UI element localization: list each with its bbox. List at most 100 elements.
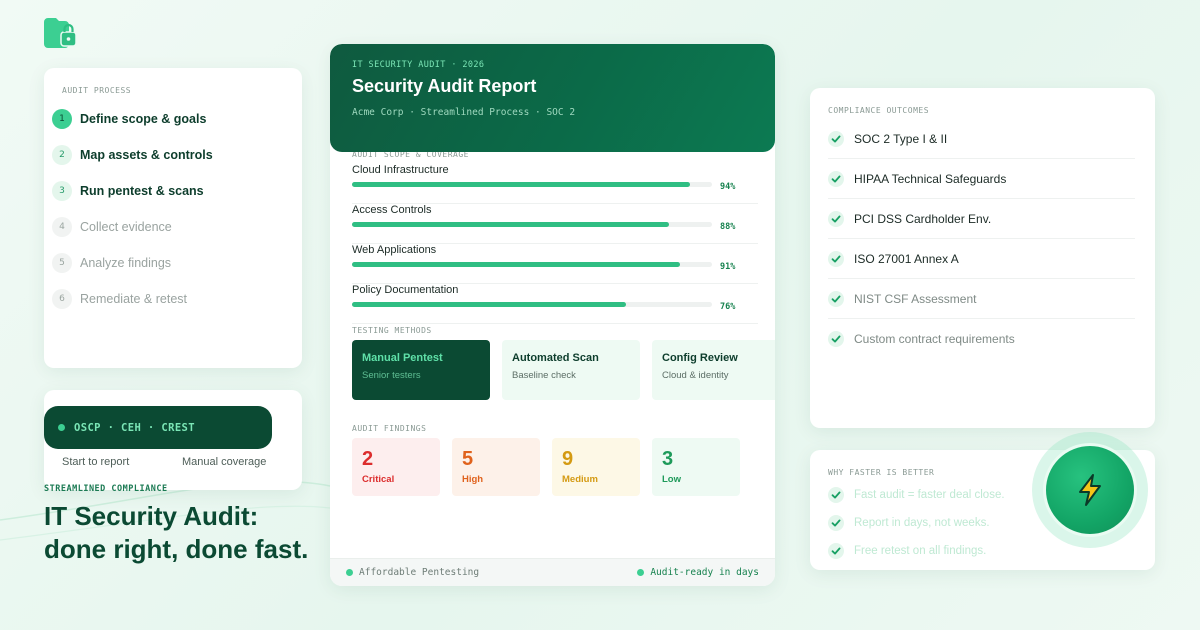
- security-audit-report-card: IT SECURITY AUDIT · 2026 Security Audit …: [330, 44, 775, 586]
- headline-line-1: IT Security Audit:: [44, 501, 259, 531]
- check-icon: [828, 515, 844, 531]
- check-icon: [828, 130, 844, 147]
- compliance-item: Custom contract requirements: [828, 319, 1135, 359]
- coverage-percent: 94%: [720, 182, 736, 192]
- finding-label: Critical: [362, 474, 395, 485]
- method-subtitle: Senior testers: [362, 370, 421, 381]
- coverage-percent: 76%: [720, 302, 736, 312]
- report-footer: Affordable Pentesting Audit-ready in day…: [330, 558, 775, 586]
- step-number: 6: [52, 289, 72, 309]
- finding-label: High: [462, 474, 484, 485]
- finding-label: Low: [662, 474, 681, 485]
- report-header: IT SECURITY AUDIT · 2026 Security Audit …: [330, 44, 775, 152]
- footer-right-text: Audit-ready in days: [650, 567, 759, 578]
- step-number: 3: [52, 181, 72, 201]
- method-title: Manual Pentest: [362, 352, 443, 364]
- coverage-name: Policy Documentation: [352, 284, 459, 296]
- audit-findings-label: AUDIT FINDINGS: [352, 424, 427, 433]
- finding-label: Medium: [562, 474, 598, 485]
- step-label: Remediate & retest: [80, 292, 187, 306]
- step-label: Analyze findings: [80, 256, 172, 270]
- compliance-item: NIST CSF Assessment: [828, 279, 1135, 319]
- finding-low: 3 Low: [652, 438, 740, 496]
- step-number: 1: [52, 109, 72, 129]
- manual-coverage-caption: Manual coverage: [182, 456, 267, 468]
- compliance-text: Custom contract requirements: [854, 332, 1015, 346]
- status-dot: [637, 569, 645, 576]
- process-step-5[interactable]: 5 Analyze findings: [52, 245, 294, 281]
- compliance-item: HIPAA Technical Safeguards: [828, 159, 1135, 199]
- coverage-fill: [352, 262, 680, 267]
- compliance-text: NIST CSF Assessment: [854, 291, 977, 306]
- lightning-bolt-icon: [1043, 443, 1137, 537]
- audit-process-label: AUDIT PROCESS: [62, 86, 132, 95]
- coverage-name: Web Applications: [352, 244, 437, 256]
- step-label: Define scope & goals: [80, 112, 207, 126]
- compliance-item: SOC 2 Type I & II: [828, 119, 1135, 159]
- coverage-track: [352, 182, 712, 187]
- method-title: Config Review: [662, 352, 738, 364]
- headline-kicker: STREAMLINED COMPLIANCE: [44, 484, 168, 494]
- step-label: Run pentest & scans: [80, 184, 204, 198]
- folder-lock-icon: [44, 16, 78, 50]
- testing-methods-label: TESTING METHODS: [352, 326, 432, 335]
- coverage-fill: [352, 222, 669, 227]
- coverage-row-web: Web Applications 91%: [352, 244, 758, 284]
- step-number: 4: [52, 217, 72, 237]
- finding-count: 5: [462, 448, 474, 470]
- finding-high: 5 High: [452, 438, 540, 496]
- report-kicker: IT SECURITY AUDIT · 2026: [352, 60, 485, 70]
- step-number: 5: [52, 253, 72, 273]
- check-icon: [828, 543, 844, 559]
- coverage-name: Access Controls: [352, 204, 432, 216]
- why-text: Report in days, not weeks.: [854, 517, 990, 529]
- coverage-name: Cloud Infrastructure: [352, 164, 449, 176]
- process-step-3[interactable]: 3 Run pentest & scans: [52, 173, 294, 209]
- check-icon: [828, 487, 844, 503]
- step-label: Collect evidence: [80, 220, 172, 234]
- process-step-2[interactable]: 2 Map assets & controls: [52, 137, 294, 173]
- compliance-text: SOC 2 Type I & II: [854, 131, 948, 146]
- check-icon: [828, 250, 844, 267]
- coverage-row-access: Access Controls 88%: [352, 204, 758, 244]
- process-step-6[interactable]: 6 Remediate & retest: [52, 281, 294, 317]
- finding-critical: 2 Critical: [352, 438, 440, 496]
- method-title: Automated Scan: [512, 352, 599, 364]
- compliance-label: COMPLIANCE OUTCOMES: [828, 106, 930, 115]
- start-to-report-caption: Start to report: [62, 456, 130, 468]
- method-automated-scan[interactable]: Automated Scan Baseline check: [502, 340, 640, 400]
- coverage-row-policy: Policy Documentation 76%: [352, 284, 758, 324]
- step-label: Map assets & controls: [80, 148, 213, 162]
- status-dot: [346, 569, 353, 576]
- compliance-item: ISO 27001 Annex A: [828, 239, 1135, 279]
- check-icon: [828, 290, 844, 307]
- coverage-fill: [352, 302, 626, 307]
- compliance-text: PCI DSS Cardholder Env.: [854, 211, 992, 226]
- finding-count: 2: [362, 448, 374, 470]
- method-config-review[interactable]: Config Review Cloud & identity: [652, 340, 775, 400]
- process-step-4[interactable]: 4 Collect evidence: [52, 209, 294, 245]
- coverage-track: [352, 222, 712, 227]
- certifications-badge: OSCP · CEH · CREST: [44, 406, 272, 449]
- process-step-1[interactable]: 1 Define scope & goals: [52, 101, 294, 137]
- page-headline: IT Security Audit: done right, done fast…: [44, 500, 308, 566]
- method-subtitle: Baseline check: [512, 370, 576, 381]
- report-meta: Acme Corp · Streamlined Process · SOC 2: [352, 107, 576, 118]
- headline-line-2: done right, done fast.: [44, 534, 309, 564]
- check-icon: [828, 331, 844, 347]
- coverage-fill: [352, 182, 691, 187]
- compliance-outcomes-card: COMPLIANCE OUTCOMES SOC 2 Type I & II HI…: [810, 88, 1155, 428]
- check-icon: [828, 210, 844, 227]
- audit-process-card: AUDIT PROCESS 1 Define scope & goals 2 M…: [44, 68, 302, 368]
- check-icon: [828, 170, 844, 187]
- method-manual-pentest[interactable]: Manual Pentest Senior testers: [352, 340, 490, 400]
- certifications-text: OSCP · CEH · CREST: [74, 421, 195, 434]
- coverage-track: [352, 302, 712, 307]
- footer-right: Audit-ready in days: [637, 567, 759, 578]
- why-text: Free retest on all findings.: [854, 545, 987, 557]
- why-text: Fast audit = faster deal close.: [854, 489, 1005, 501]
- finding-count: 9: [562, 448, 574, 470]
- compliance-text: HIPAA Technical Safeguards: [854, 171, 1007, 186]
- compliance-text: ISO 27001 Annex A: [854, 251, 959, 266]
- certifications-card: OSCP · CEH · CREST Start to report Manua…: [44, 390, 302, 490]
